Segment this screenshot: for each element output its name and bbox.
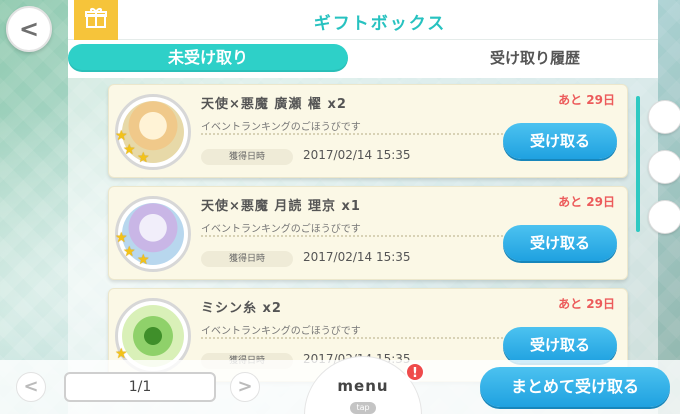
page-title: ギフトボックス: [313, 14, 447, 34]
receive-button[interactable]: 受け取る: [503, 123, 617, 159]
deadline: あと 29日: [558, 93, 615, 107]
date-value: 2017/02/14 15:35: [303, 148, 411, 162]
receive-button[interactable]: 受け取る: [503, 225, 617, 261]
star-icon: ★: [123, 244, 136, 260]
item-name: 天使×悪魔 月読 理京 x1: [201, 199, 361, 214]
star-icon: ★: [137, 150, 150, 166]
gift-item: ★ ★ ★ 天使×悪魔 廣瀬 櫂 x2 あと 29日 イベントランキングのごほう…: [108, 84, 628, 178]
scrollbar[interactable]: [636, 96, 640, 232]
back-button[interactable]: <: [6, 6, 52, 52]
side-ornament: [648, 200, 680, 234]
star-icon: ★: [115, 230, 128, 246]
receive-button[interactable]: 受け取る: [503, 327, 617, 363]
star-icon: ★: [115, 346, 128, 362]
item-description: イベントランキングのごほうびです: [201, 122, 361, 133]
item-name: 天使×悪魔 廣瀬 櫂 x2: [201, 97, 347, 112]
divider: [201, 337, 519, 339]
divider: [201, 133, 519, 135]
item-description: イベントランキングのごほうびです: [201, 326, 361, 337]
star-icon: ★: [123, 142, 136, 158]
next-page-button[interactable]: >: [230, 372, 260, 402]
side-ornament: [648, 100, 680, 134]
menu-tap-hint: tap: [350, 402, 376, 414]
tab-unreceived[interactable]: 未受け取り: [68, 44, 348, 72]
deadline: あと 29日: [558, 297, 615, 311]
date-value: 2017/02/14 15:35: [303, 250, 411, 264]
notification-badge: !: [405, 362, 425, 382]
gift-item: ★ ★ ★ 天使×悪魔 月読 理京 x1 あと 29日 イベントランキングのごほ…: [108, 186, 628, 280]
receive-all-button[interactable]: まとめて受け取る: [480, 367, 670, 407]
page-indicator: 1/1: [64, 372, 216, 402]
menu-label: menu: [337, 377, 389, 395]
prev-page-button[interactable]: <: [16, 372, 46, 402]
star-icon: ★: [115, 128, 128, 144]
chevron-left-icon: <: [18, 15, 40, 43]
item-name: ミシン糸 x2: [201, 301, 282, 316]
side-ornament: [648, 150, 680, 184]
deadline: あと 29日: [558, 195, 615, 209]
item-description: イベントランキングのごほうびです: [201, 224, 361, 235]
star-icon: ★: [137, 252, 150, 268]
divider: [201, 235, 519, 237]
date-label: 獲得日時: [201, 251, 293, 267]
tab-history[interactable]: 受け取り履歴: [420, 44, 650, 72]
gift-icon: [85, 8, 107, 28]
date-label: 獲得日時: [201, 149, 293, 165]
